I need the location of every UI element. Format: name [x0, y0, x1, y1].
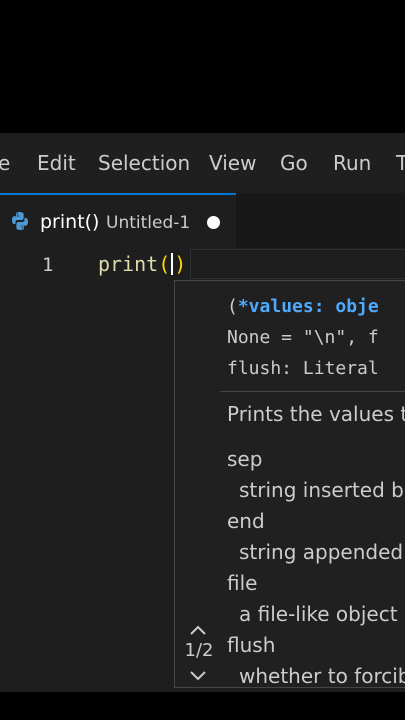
overload-counter: 1/2: [184, 640, 214, 661]
menu-view[interactable]: View: [209, 150, 256, 176]
param-name: file: [227, 571, 258, 595]
code-function: print: [98, 252, 159, 276]
tab-filename: Untitled-1: [106, 213, 191, 233]
signature-help-popup: (*values: obje None = "\n", f flush: Liter…: [174, 280, 405, 688]
code-close-paren: ): [174, 252, 187, 276]
editor-tab-bar: print() Untitled-1: [0, 193, 405, 248]
tab-title: print(): [40, 211, 100, 233]
chevron-up-icon[interactable]: [187, 621, 209, 635]
text-cursor: [171, 253, 174, 275]
param-desc: a file-like object: [239, 602, 398, 626]
line-number: 1: [42, 254, 54, 276]
menu-selection[interactable]: Selection: [98, 150, 190, 176]
param-name: sep: [227, 447, 263, 471]
signature-line-1: (*values: obje: [227, 291, 379, 322]
doc-summary: Prints the values t: [227, 402, 405, 426]
param-name: end: [227, 509, 265, 533]
menu-edit[interactable]: Edit: [37, 150, 76, 176]
code-open-paren: (: [158, 252, 171, 276]
signature-line-2: None = "\n", f: [227, 327, 379, 348]
param-desc: whether to forcib: [239, 664, 405, 688]
popup-divider: [220, 391, 405, 392]
chevron-down-icon[interactable]: [187, 667, 209, 681]
signature-line-3: flush: Literal: [227, 358, 379, 379]
param-name: flush: [227, 633, 276, 657]
overload-navigator: 1/2: [175, 621, 220, 685]
vscode-window: e Edit Selection View Go Run T print() U…: [0, 133, 405, 692]
menu-terminal[interactable]: T: [396, 150, 405, 176]
param-desc: string inserted be: [239, 478, 405, 502]
menu-go[interactable]: Go: [280, 150, 308, 176]
code-line[interactable]: print(): [98, 252, 186, 276]
signature-open: (: [227, 296, 238, 317]
documentation: Prints the values t sep string inserted …: [227, 399, 405, 688]
menu-file[interactable]: e: [0, 150, 10, 176]
param-desc: string appended: [239, 540, 404, 564]
menu-bar: e Edit Selection View Go Run T: [0, 133, 405, 193]
unsaved-dot-icon[interactable]: [207, 216, 220, 229]
current-line-highlight: [190, 249, 405, 279]
menu-run[interactable]: Run: [333, 150, 371, 176]
editor-tab[interactable]: print() Untitled-1: [0, 193, 236, 248]
python-icon: [10, 211, 30, 231]
active-parameter: *values: obje: [237, 296, 379, 317]
signature: (*values: obje None = "\n", f flush: Liter…: [227, 291, 379, 384]
